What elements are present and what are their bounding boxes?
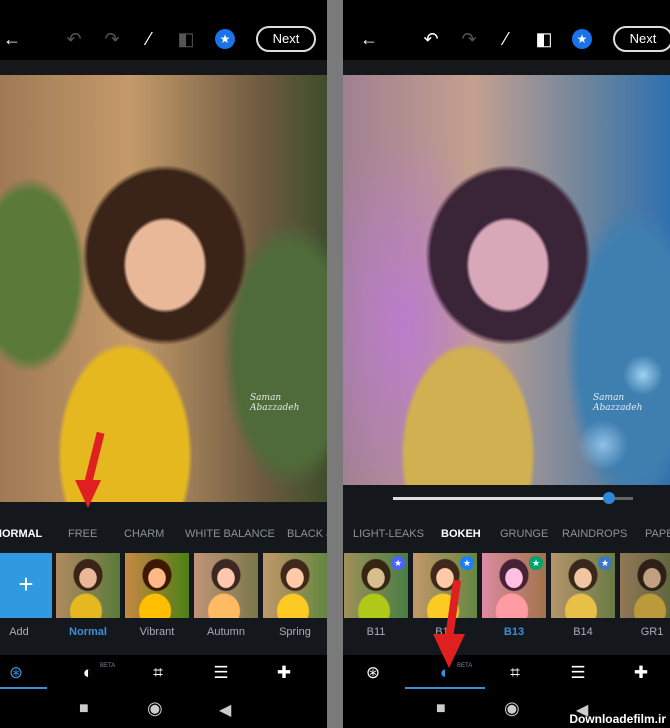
- undo-icon[interactable]: ↶: [62, 28, 86, 50]
- tab-paper[interactable]: PAPE: [645, 528, 670, 540]
- preset-label: Vibrant: [139, 626, 175, 638]
- compare-icon[interactable]: ◧: [174, 28, 198, 50]
- preset-thumbnail-b12[interactable]: ★: [413, 553, 477, 618]
- overlays-icon[interactable]: ◐: [76, 663, 100, 683]
- add-label: Add: [9, 626, 29, 638]
- tab-normal[interactable]: NORMAL: [0, 528, 42, 540]
- preset-thumbnail-normal[interactable]: [56, 553, 120, 618]
- premium-star-icon[interactable]: ★: [572, 29, 592, 49]
- preset-thumbnail-vibrant[interactable]: [125, 553, 189, 618]
- active-tool-indicator: [405, 687, 485, 689]
- photo-preview: Saman Abazzadeh: [343, 75, 670, 485]
- left-screen: ← ↶ ↷ ⁄ ◧ ★ Next SamanAbazzadeh NORMAL F…: [0, 0, 327, 728]
- tab-white-balance[interactable]: WHITE BALANCE: [185, 528, 275, 540]
- crop-icon[interactable]: ⌗: [146, 663, 170, 683]
- screenshot-divider: [327, 0, 343, 728]
- preset-thumbnail-autumn[interactable]: [194, 553, 258, 618]
- beta-badge: BETA: [100, 663, 116, 669]
- preset-thumbnail-b13[interactable]: ★: [482, 553, 546, 618]
- preset-label: GR1: [640, 626, 664, 638]
- signature-watermark: Saman Abazzadeh: [593, 393, 643, 413]
- preset-label: B13: [503, 626, 525, 638]
- right-screen: ← ↶ ↷ ⁄ ◧ ★ Next Saman Abazzadeh LIGHT-LE…: [343, 0, 670, 728]
- back-arrow-icon[interactable]: ←: [357, 28, 381, 50]
- active-tool-indicator: [0, 687, 47, 689]
- magic-wand-icon[interactable]: ⁄: [137, 28, 161, 50]
- undo-icon[interactable]: ↶: [419, 28, 443, 50]
- preset-label: Spring: [279, 626, 311, 638]
- top-toolbar: ← ↶ ↷ ⁄ ◧ ★ Next: [343, 0, 670, 60]
- healing-bandage-icon[interactable]: ✚: [629, 663, 653, 683]
- tab-bokeh[interactable]: BOKEH: [441, 528, 481, 540]
- healing-bandage-icon[interactable]: ✚: [272, 663, 296, 683]
- android-nav-bar: ■ ◉ ◀: [0, 692, 327, 728]
- premium-star-icon[interactable]: ★: [215, 29, 235, 49]
- redo-icon[interactable]: ↷: [457, 28, 481, 50]
- bottom-toolbar: ⊛ ◐ BETA ⌗ ☰ ✚: [343, 655, 670, 692]
- preset-label: B14: [573, 626, 593, 638]
- adjustments-icon[interactable]: ☰: [209, 663, 233, 683]
- compare-icon[interactable]: ◧: [532, 28, 556, 50]
- add-preset-button[interactable]: +: [0, 553, 52, 618]
- magic-wand-icon[interactable]: ⁄: [494, 28, 518, 50]
- filters-icon[interactable]: ⊛: [361, 663, 385, 683]
- preset-label: Autumn: [207, 626, 245, 638]
- tab-grunge[interactable]: GRUNGE: [500, 528, 548, 540]
- premium-star-icon: ★: [391, 556, 405, 570]
- slider-handle[interactable]: [603, 492, 615, 504]
- overlay-intensity-slider[interactable]: [393, 492, 633, 504]
- tab-charm[interactable]: CHARM: [124, 528, 164, 540]
- redo-icon[interactable]: ↷: [100, 28, 124, 50]
- top-toolbar: ← ↶ ↷ ⁄ ◧ ★ Next: [0, 0, 327, 60]
- preset-thumbnail-b11[interactable]: ★: [344, 553, 408, 618]
- preset-thumbnail-spring[interactable]: [263, 553, 327, 618]
- photo-preview: Saman Abazzadeh: [0, 75, 327, 502]
- premium-star-icon: ★: [598, 556, 612, 570]
- nav-back-icon[interactable]: ◀: [219, 700, 231, 720]
- preset-thumbnail-gr1[interactable]: [620, 553, 670, 618]
- crop-icon[interactable]: ⌗: [503, 663, 527, 683]
- recents-icon[interactable]: ■: [79, 700, 89, 718]
- next-button[interactable]: Next: [613, 26, 670, 52]
- tab-free[interactable]: FREE: [68, 528, 97, 540]
- next-button[interactable]: Next: [256, 26, 316, 52]
- tab-black-white[interactable]: BLACK &: [287, 528, 327, 540]
- tab-raindrops[interactable]: RAINDROPS: [562, 528, 627, 540]
- preset-label: B11: [366, 626, 386, 638]
- home-icon[interactable]: ◉: [504, 698, 520, 719]
- premium-star-icon: ★: [529, 556, 543, 570]
- filters-icon[interactable]: ⊛: [4, 663, 28, 683]
- home-icon[interactable]: ◉: [147, 698, 163, 719]
- preset-label: Normal: [69, 626, 107, 638]
- site-watermark: Downloadefilm.ir: [569, 712, 666, 726]
- premium-star-icon: ★: [460, 556, 474, 570]
- tab-light-leaks[interactable]: LIGHT-LEAKS: [353, 528, 424, 540]
- signature-watermark: Saman Abazzadeh: [250, 393, 300, 413]
- back-arrow-icon[interactable]: ←: [0, 28, 24, 50]
- adjustments-icon[interactable]: ☰: [566, 663, 590, 683]
- bottom-toolbar: ⊛ ◐ BETA ⌗ ☰ ✚: [0, 655, 327, 692]
- preset-thumbnail-b14[interactable]: ★: [551, 553, 615, 618]
- recents-icon[interactable]: ■: [436, 700, 446, 718]
